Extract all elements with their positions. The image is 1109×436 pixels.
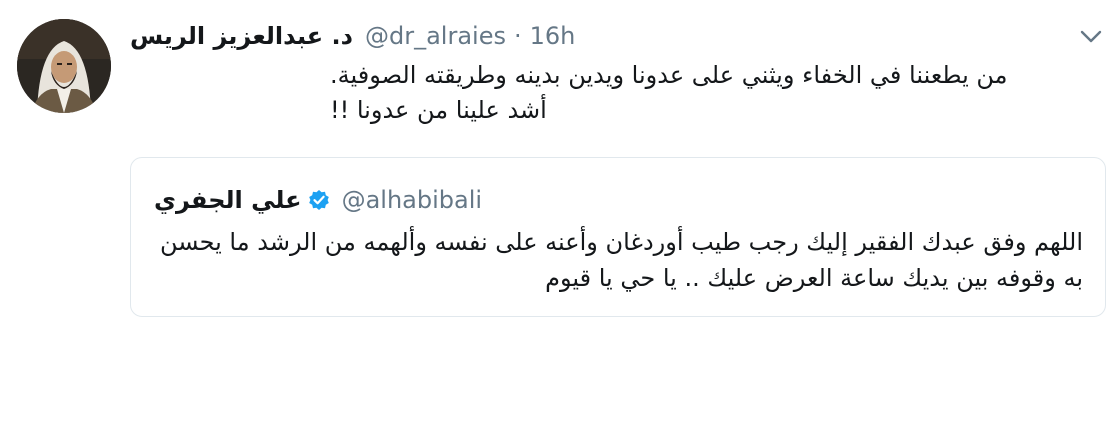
tweet-header: د. عبدالعزيز الريس @dr_alraies · 16h	[130, 18, 575, 54]
verified-badge-icon	[308, 189, 330, 211]
avatar[interactable]	[17, 19, 111, 113]
tweet-card: د. عبدالعزيز الريس @dr_alraies · 16h من …	[0, 0, 1109, 436]
tweet-text-line: أشد علينا من عدونا !!	[330, 96, 547, 124]
separator-dot: ·	[513, 22, 522, 50]
author-handle[interactable]: @dr_alraies	[365, 22, 506, 50]
quoted-author-handle: @alhabibali	[341, 186, 483, 214]
chevron-down-icon[interactable]	[1076, 24, 1106, 48]
author-name[interactable]: د. عبدالعزيز الريس	[130, 22, 353, 50]
tweet-timestamp[interactable]: 16h	[530, 22, 576, 50]
quoted-tweet[interactable]: علي الجفري @alhabibali اللهم وفق عبدك ال…	[130, 157, 1106, 317]
tweet-text: من يطعننا في الخفاء ويثني على عدونا ويدي…	[330, 58, 1106, 128]
quoted-tweet-header: علي الجفري @alhabibali	[154, 182, 482, 218]
quoted-tweet-text: اللهم وفق عبدك الفقير إليك رجب طيب أوردغ…	[159, 228, 1083, 292]
quoted-author-name: علي الجفري	[154, 186, 302, 214]
avatar-image	[17, 19, 111, 113]
tweet-text-line: من يطعننا في الخفاء ويثني على عدونا ويدي…	[330, 61, 1008, 89]
